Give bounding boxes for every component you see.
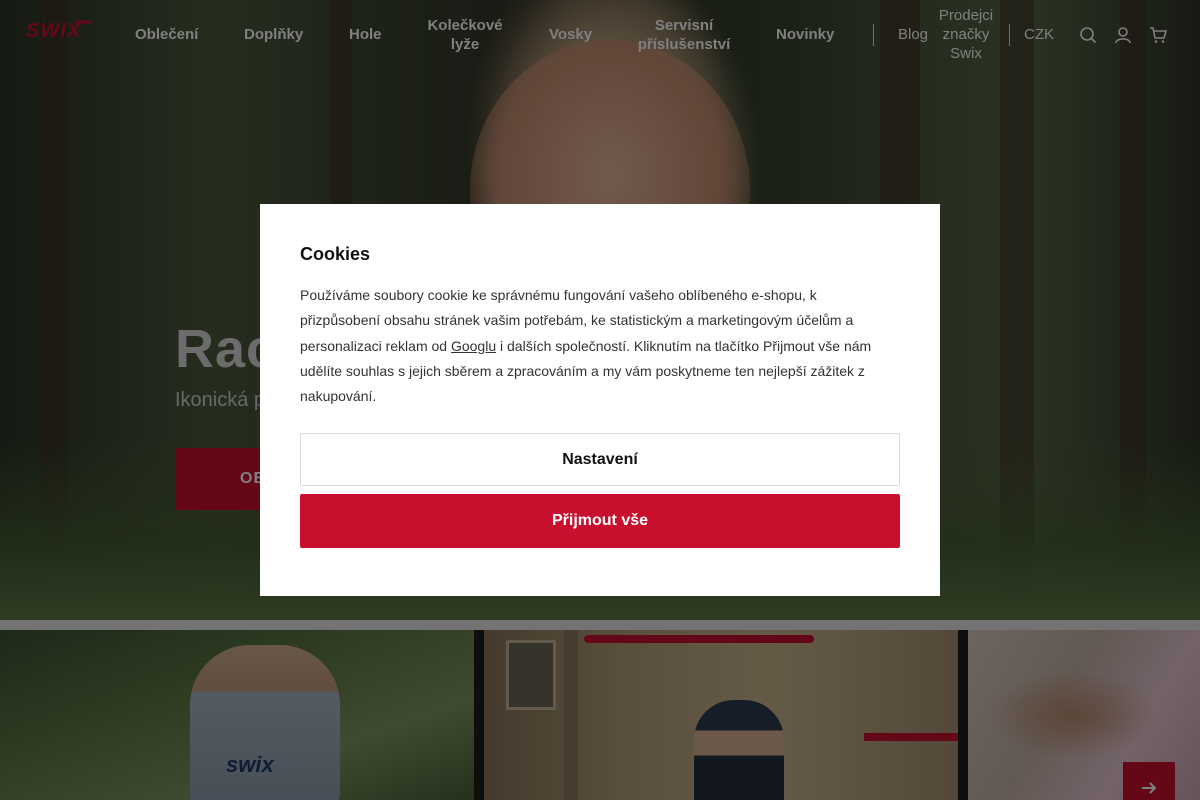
cookie-settings-button[interactable]: Nastavení xyxy=(300,433,900,486)
cookie-dialog: Cookies Používáme soubory cookie ke sprá… xyxy=(260,204,940,596)
cookie-dialog-title: Cookies xyxy=(300,244,371,264)
google-link[interactable]: Googlu xyxy=(451,338,496,354)
cookie-accept-all-button[interactable]: Přijmout vše xyxy=(300,494,900,548)
cookie-dialog-text: Používáme soubory cookie ke správnému fu… xyxy=(300,283,890,409)
